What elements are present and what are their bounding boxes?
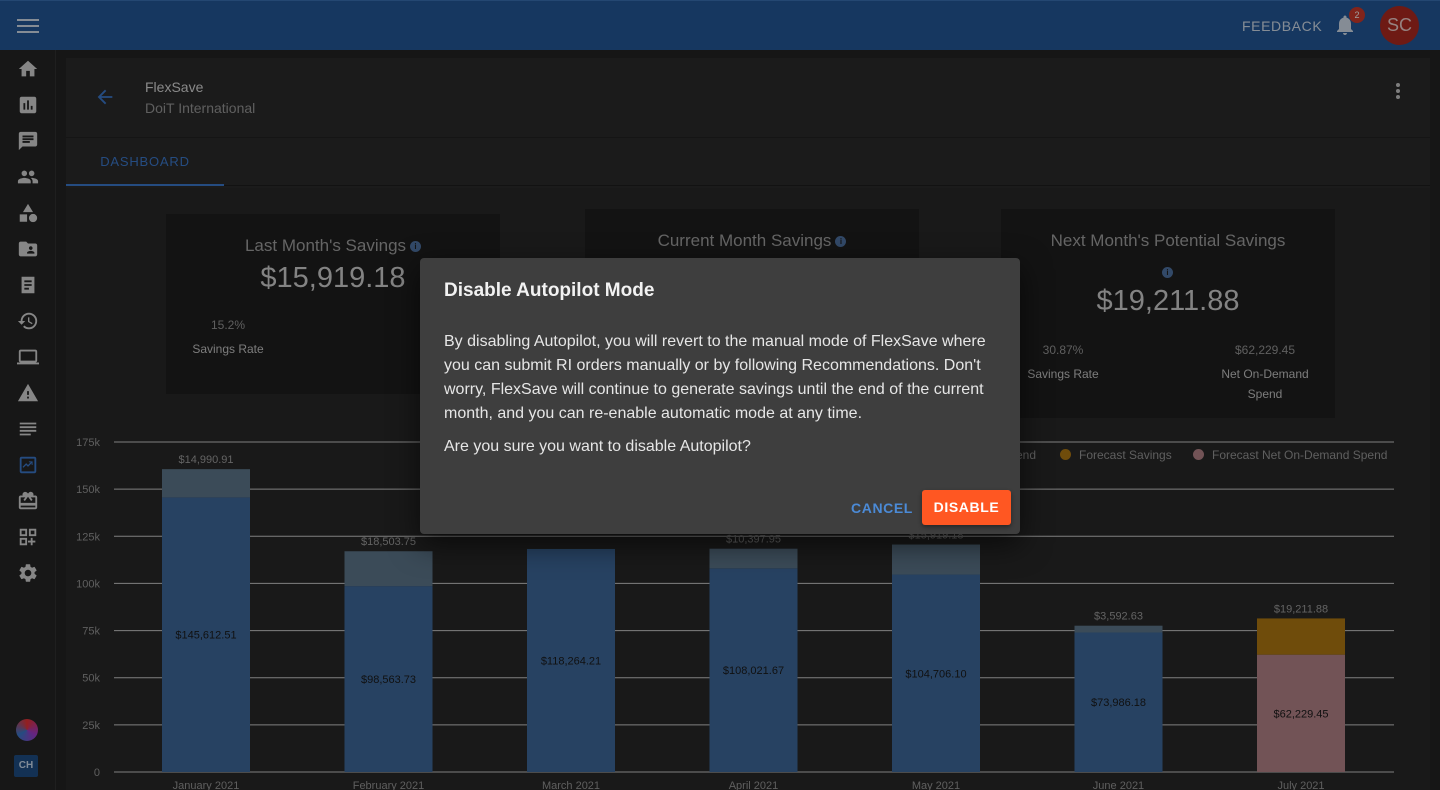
dialog-question: Are you sure you want to disable Autopil… — [444, 438, 751, 455]
cancel-button[interactable]: CANCEL — [844, 498, 920, 518]
disable-autopilot-dialog: Disable Autopilot Mode By disabling Auto… — [420, 258, 1020, 534]
disable-button[interactable]: DISABLE — [922, 490, 1011, 525]
dialog-body-text: By disabling Autopilot, you will revert … — [444, 333, 986, 422]
dialog-title: Disable Autopilot Mode — [444, 280, 655, 301]
